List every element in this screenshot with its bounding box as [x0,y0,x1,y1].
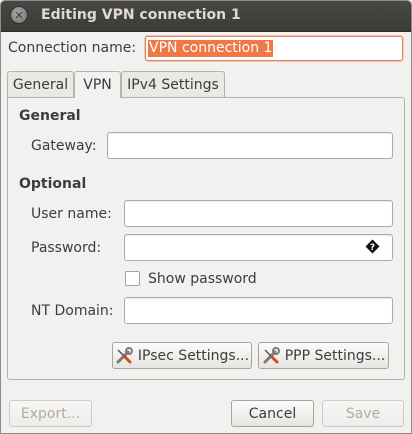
show-password-checkbox[interactable] [125,271,140,286]
general-section-heading: General [19,108,81,124]
ppp-settings-label: PPP Settings... [284,347,386,364]
connection-name-input[interactable]: VPN connection 1 [145,36,403,61]
vpn-editor-window: ✕ Editing VPN connection 1 Connection na… [0,0,412,434]
connection-name-label: Connection name: [8,40,137,56]
title-bar: ✕ Editing VPN connection 1 [1,1,411,32]
close-icon: ✕ [14,8,24,22]
warning-diamond-icon[interactable]: ? [365,239,380,254]
cancel-button[interactable]: Cancel [231,400,314,427]
ipsec-settings-button[interactable]: IPsec Settings... [112,342,252,369]
connection-name-value: VPN connection 1 [148,40,274,57]
gateway-input[interactable] [107,132,393,159]
password-label: Password: [31,240,102,256]
gateway-label: Gateway: [31,138,97,154]
username-input[interactable] [124,200,393,227]
username-label: User name: [31,206,112,222]
nt-domain-input[interactable] [124,297,393,324]
ipsec-settings-label: IPsec Settings... [137,347,250,364]
nt-domain-label: NT Domain: [31,303,114,319]
show-password-label[interactable]: Show password [148,271,257,287]
password-input[interactable]: ? [124,234,393,261]
save-button[interactable]: Save [322,400,404,427]
window-title: Editing VPN connection 1 [41,7,241,23]
tab-ipv4-settings[interactable]: IPv4 Settings [121,71,225,97]
wrench-screwdriver-icon [116,346,133,363]
tab-general[interactable]: General [7,71,74,97]
wrench-screwdriver-icon [263,346,280,363]
ppp-settings-button[interactable]: PPP Settings... [258,342,389,369]
svg-text:?: ? [370,243,375,253]
export-button[interactable]: Export... [9,400,92,427]
optional-section-heading: Optional [19,176,87,192]
tab-vpn[interactable]: VPN [74,71,121,98]
close-window-button[interactable]: ✕ [10,6,28,24]
